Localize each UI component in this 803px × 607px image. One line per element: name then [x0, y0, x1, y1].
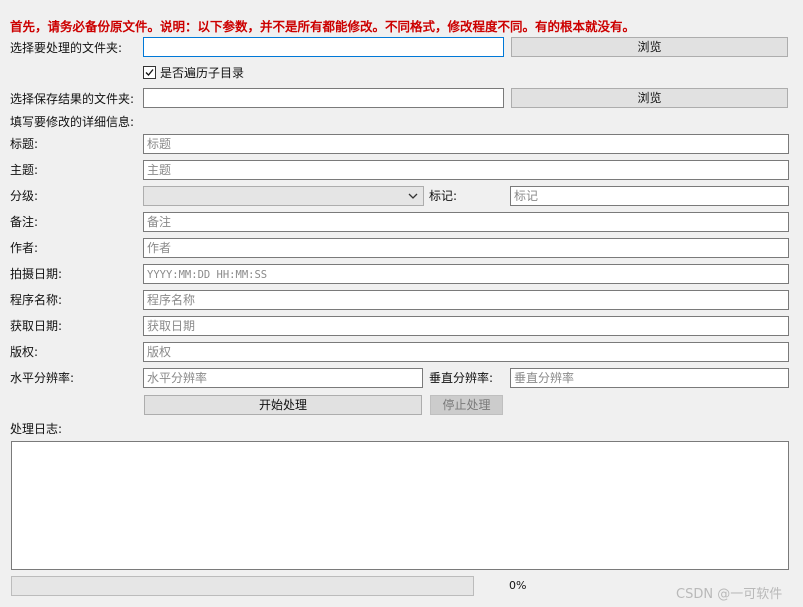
progress-percent: 0% [509, 579, 527, 592]
warning-notice: 首先，请务必备份原文件。说明：以下参数，并不是所有都能修改。不同格式，修改程度不… [10, 19, 636, 34]
source-folder-label: 选择要处理的文件夹: [10, 41, 123, 55]
output-folder-label: 选择保存结果的文件夹: [10, 92, 135, 106]
tags-label: 标记: [429, 189, 458, 203]
progress-bar [11, 576, 474, 596]
rating-select[interactable] [143, 186, 424, 206]
program-name-label: 程序名称: [10, 293, 63, 307]
stop-processing-button[interactable]: 停止处理 [430, 395, 503, 415]
recursive-label[interactable]: 是否遍历子目录 [160, 66, 244, 80]
main-window: 首先，请务必备份原文件。说明：以下参数，并不是所有都能修改。不同格式，修改程度不… [0, 0, 803, 607]
chevron-down-icon [408, 193, 418, 199]
recursive-checkbox[interactable] [143, 66, 156, 79]
title-input[interactable]: 标题 [143, 134, 789, 154]
log-textarea[interactable] [11, 441, 789, 570]
date-taken-input[interactable]: YYYY:MM:DD HH:MM:SS [143, 264, 789, 284]
subject-label: 主题: [10, 163, 39, 177]
h-resolution-input[interactable]: 水平分辨率 [143, 368, 423, 388]
comments-label: 备注: [10, 215, 39, 229]
program-name-input[interactable]: 程序名称 [143, 290, 789, 310]
copyright-input[interactable]: 版权 [143, 342, 789, 362]
date-acquired-label: 获取日期: [10, 319, 63, 333]
title-label: 标题: [10, 137, 39, 151]
source-folder-input[interactable] [143, 37, 504, 57]
author-label: 作者: [10, 241, 39, 255]
h-resolution-label: 水平分辨率: [10, 371, 75, 385]
copyright-label: 版权: [10, 345, 39, 359]
tags-input[interactable]: 标记 [510, 186, 789, 206]
comments-input[interactable]: 备注 [143, 212, 789, 232]
date-taken-label: 拍摄日期: [10, 267, 63, 281]
details-heading: 填写要修改的详细信息: [10, 115, 135, 129]
source-browse-button[interactable]: 浏览 [511, 37, 788, 57]
author-input[interactable]: 作者 [143, 238, 789, 258]
subject-input[interactable]: 主题 [143, 160, 789, 180]
v-resolution-label: 垂直分辨率: [429, 371, 494, 385]
date-acquired-input[interactable]: 获取日期 [143, 316, 789, 336]
output-folder-input[interactable] [143, 88, 504, 108]
watermark: CSDN @一可软件 [676, 587, 783, 602]
v-resolution-input[interactable]: 垂直分辨率 [510, 368, 789, 388]
start-processing-button[interactable]: 开始处理 [144, 395, 422, 415]
checkmark-icon [145, 69, 154, 76]
output-browse-button[interactable]: 浏览 [511, 88, 788, 108]
log-label: 处理日志: [10, 422, 63, 436]
rating-label: 分级: [10, 189, 39, 203]
